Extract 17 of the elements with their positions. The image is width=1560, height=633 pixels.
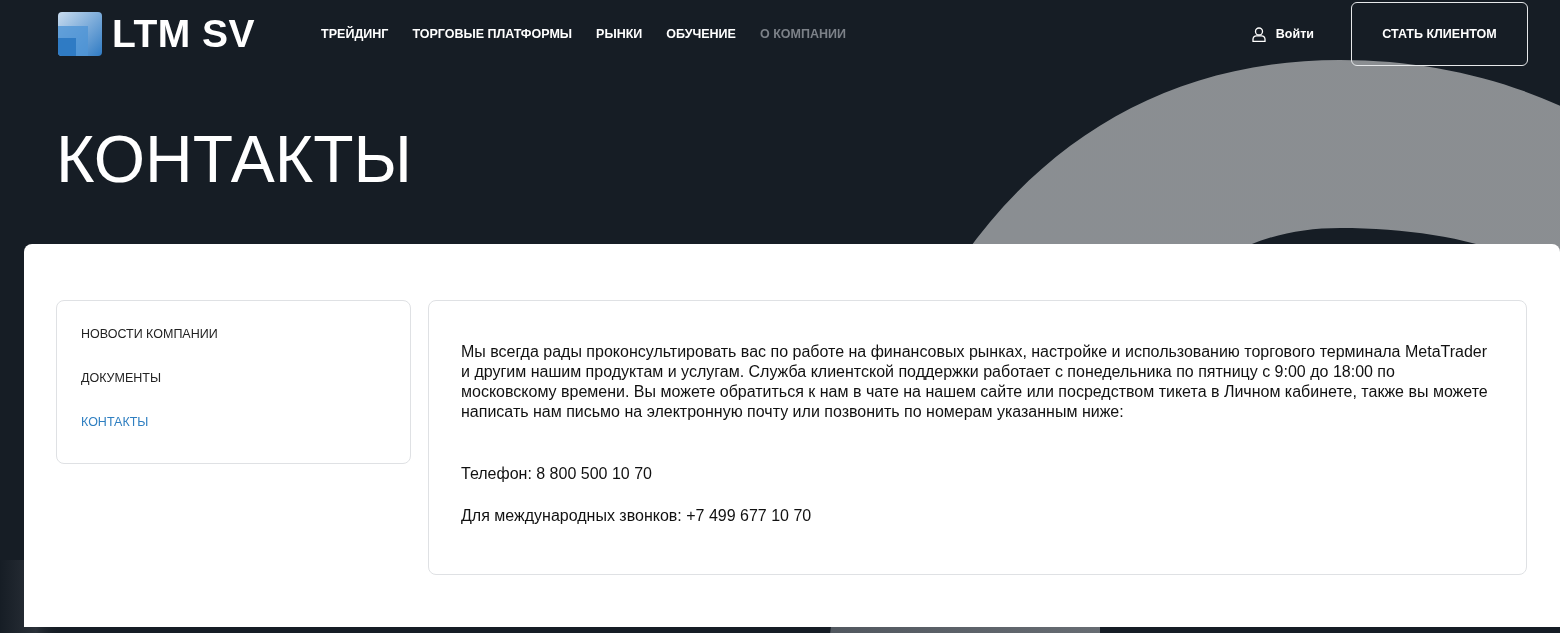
nav-link[interactable]: ОБУЧЕНИЕ xyxy=(666,27,736,41)
nav-link[interactable]: ТОРГОВЫЕ ПЛАТФОРМЫ xyxy=(412,27,573,41)
logo-text[interactable]: LTM SV xyxy=(112,12,256,56)
login-link[interactable]: Войти xyxy=(1251,26,1314,42)
phone-text: Для международных звонков: +7 499 677 10 70 xyxy=(461,506,813,526)
sidebar-link[interactable]: НОВОСТИ КОМПАНИИ xyxy=(81,321,218,365)
nav-link[interactable]: О КОМПАНИИ xyxy=(759,27,846,41)
sidebar-link[interactable]: ДОКУМЕНТЫ xyxy=(81,365,162,409)
nav-link[interactable]: РЫНКИ xyxy=(596,27,643,41)
intro-paragraph: Мы всегда рады проконсультировать вас по работе на финансовых рынках, настройке и использованию торгового терминала MetaTrader и другим нашим продуктам и услугам. Служба клиентской поддержки работает с понедельника по пятницу с 9:00 до 18:00 по московскому времени. Вы можете обратиться к нам в чате на нашем сайте или посредством тикета в Личном кабинете, также вы можете написать нам письмо на электронную почту или позвонить по номерам указанным ниже: xyxy=(461,342,1489,422)
page-title: КОНТАКТЫ xyxy=(56,126,413,192)
user-icon xyxy=(1251,26,1266,42)
become-client-button[interactable]: СТАТЬ КЛИЕНТОМ xyxy=(1351,2,1528,66)
phone-text: Телефон: 8 800 500 10 70 xyxy=(461,464,653,484)
logo-icon xyxy=(58,12,102,56)
nav-link[interactable]: ТРЕЙДИНГ xyxy=(321,27,389,41)
sidebar-link[interactable]: КОНТАКТЫ xyxy=(81,409,149,453)
